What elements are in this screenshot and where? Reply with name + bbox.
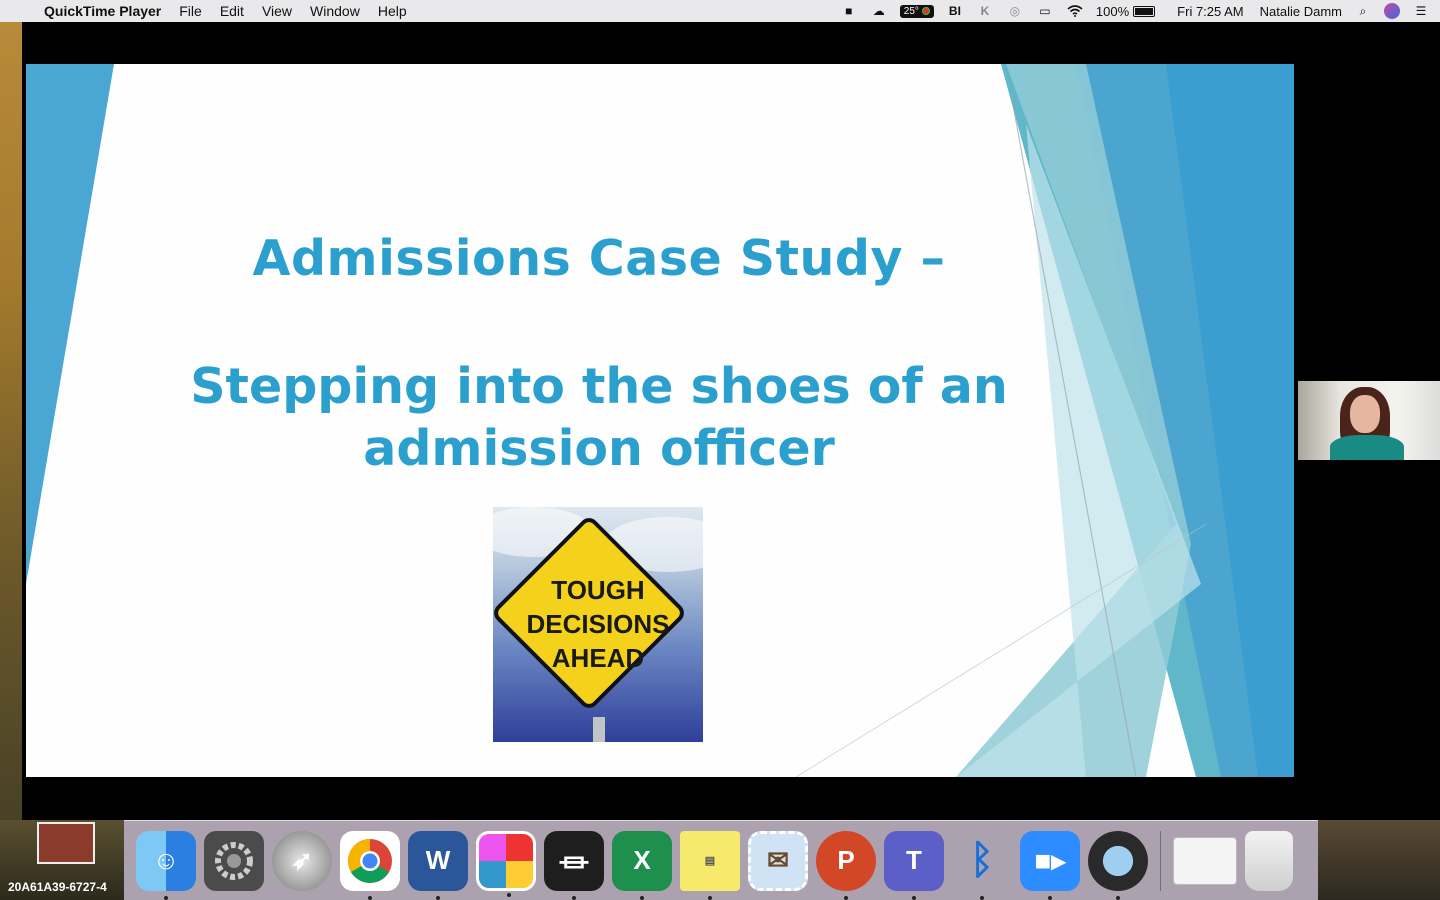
acrobat-icon[interactable]: ⏛ bbox=[544, 830, 604, 900]
powerpoint-icon[interactable]: P bbox=[816, 830, 876, 900]
sign-text: TOUGH DECISIONS AHEAD bbox=[493, 573, 703, 675]
excel-icon[interactable]: X bbox=[612, 830, 672, 900]
teams-glyph: T bbox=[906, 845, 922, 875]
desktop-file-thumbnail[interactable] bbox=[37, 822, 95, 864]
battery-fill bbox=[1135, 7, 1154, 15]
camera-status-icon[interactable]: ■ bbox=[840, 4, 858, 18]
mail-stamp-icon[interactable]: ✉ bbox=[748, 830, 808, 891]
presenter-shirt bbox=[1330, 435, 1404, 460]
battery-indicator[interactable]: 100% bbox=[1095, 3, 1156, 19]
quicktime-icon[interactable] bbox=[1088, 830, 1148, 900]
chrome-icon[interactable] bbox=[340, 830, 400, 900]
menu-view[interactable]: View bbox=[262, 3, 292, 19]
finder-icon[interactable]: ☺ bbox=[136, 830, 196, 900]
presenter-webcam-thumbnail[interactable] bbox=[1298, 381, 1440, 460]
airplay-icon[interactable]: ▭ bbox=[1036, 4, 1054, 18]
desktop-corner-right bbox=[1318, 820, 1440, 900]
presenter-face bbox=[1350, 395, 1380, 433]
menu-edit[interactable]: Edit bbox=[220, 3, 244, 19]
menu-bar: QuickTime Player File Edit View Window H… bbox=[0, 0, 1440, 22]
powerpoint-glyph: P bbox=[837, 845, 855, 875]
wifi-icon[interactable] bbox=[1066, 4, 1084, 18]
teams-icon[interactable]: T bbox=[884, 830, 944, 900]
slide-subtitle: Stepping into the shoes of an admission … bbox=[26, 356, 1172, 480]
spiral-status-icon[interactable]: ◎ bbox=[1006, 4, 1024, 18]
battery-icon bbox=[1133, 5, 1156, 17]
sign-line-1: TOUGH bbox=[551, 575, 645, 605]
slide-title: Admissions Case Study – bbox=[252, 230, 946, 287]
cloud-status-icon[interactable]: ☁ bbox=[870, 4, 888, 18]
battery-percent: 100% bbox=[1095, 3, 1130, 19]
sign-line-3: AHEAD bbox=[551, 643, 645, 673]
bi-status-icon[interactable]: BI bbox=[946, 4, 964, 18]
user-menu[interactable]: Natalie Damm bbox=[1260, 4, 1342, 19]
desktop-file-label[interactable]: 20A61A39-6727-4 bbox=[8, 880, 107, 894]
excel-document-icon[interactable] bbox=[1173, 836, 1237, 885]
shapes-app-icon[interactable] bbox=[476, 830, 536, 897]
stickies-icon[interactable]: ▤ bbox=[680, 830, 740, 900]
clock[interactable]: Fri 7:25 AM bbox=[1177, 4, 1243, 19]
presentation-slide: Admissions Case Study – Stepping into th… bbox=[26, 64, 1294, 777]
notification-center-icon[interactable]: ☰ bbox=[1412, 4, 1430, 18]
weather-badge[interactable]: 25° bbox=[899, 4, 934, 18]
zoom-icon[interactable]: ■▸ bbox=[1020, 830, 1080, 900]
weather-temp: 25° bbox=[903, 5, 919, 17]
slide-subtitle-line2: admission officer bbox=[363, 420, 835, 477]
excel-glyph: X bbox=[633, 845, 651, 875]
spotlight-search-icon[interactable]: ⌕ bbox=[1354, 4, 1372, 18]
k-status-icon[interactable]: K bbox=[976, 4, 994, 18]
word-icon[interactable]: W bbox=[408, 830, 468, 900]
menu-help[interactable]: Help bbox=[378, 3, 407, 19]
tough-decisions-sign-image: TOUGH DECISIONS AHEAD bbox=[493, 507, 703, 742]
word-glyph: W bbox=[425, 845, 451, 875]
app-menu[interactable]: QuickTime Player bbox=[44, 3, 161, 19]
rocket-icon[interactable]: ➶ bbox=[272, 830, 332, 891]
dock: ☺ ➶ W ⏛ X ▤ ✉ P T ᛒ ■▸ bbox=[124, 820, 1318, 900]
slide-subtitle-line1: Stepping into the shoes of an bbox=[190, 358, 1008, 415]
dock-separator bbox=[1160, 830, 1161, 891]
sign-post bbox=[593, 717, 605, 742]
sign-line-2: DECISIONS bbox=[526, 609, 670, 639]
menu-file[interactable]: File bbox=[179, 3, 202, 19]
bluetooth-icon[interactable]: ᛒ bbox=[952, 831, 1012, 900]
gear-icon[interactable] bbox=[204, 830, 264, 891]
record-dot-icon bbox=[921, 7, 930, 15]
trash-icon[interactable] bbox=[1245, 830, 1293, 891]
menu-window[interactable]: Window bbox=[310, 3, 360, 19]
siri-icon[interactable] bbox=[1384, 3, 1400, 19]
